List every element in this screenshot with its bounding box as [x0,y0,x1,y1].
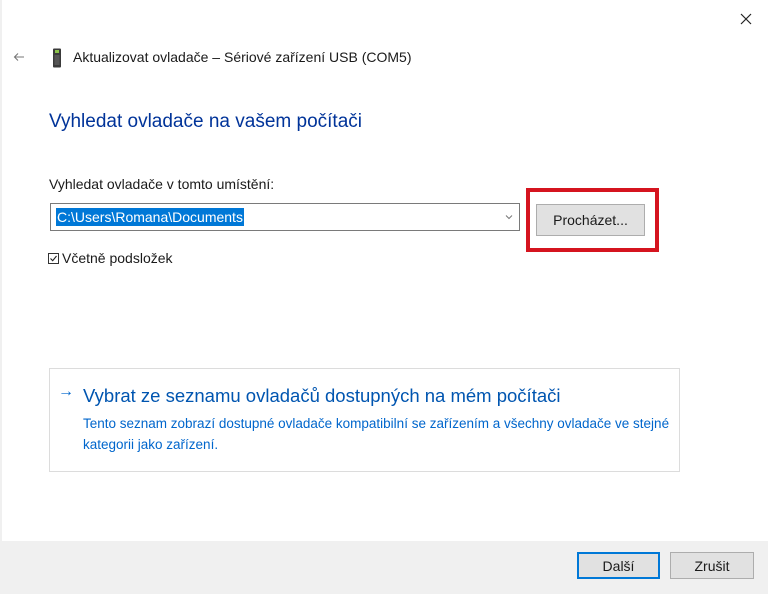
path-combobox[interactable]: C:\Users\Romana\Documents [50,203,520,231]
cancel-button[interactable]: Zrušit [670,552,754,579]
checkmark-icon [50,255,57,262]
window-title: Aktualizovat ovladače – Sériové zařízení… [73,49,412,65]
back-button[interactable] [8,46,30,68]
page-heading: Vyhledat ovladače na vašem počítači [49,111,362,132]
chevron-down-icon[interactable] [503,211,515,223]
path-input-value[interactable]: C:\Users\Romana\Documents [56,208,244,226]
back-arrow-icon [13,53,24,61]
browse-button[interactable]: Procházet... [536,204,645,236]
include-subfolders-label: Včetně podsložek [62,250,173,266]
usb-device-icon [53,48,61,68]
next-button[interactable]: Další [577,552,660,579]
pick-from-list-title[interactable]: Vybrat ze seznamu ovladačů dostupných na… [83,385,561,407]
location-label: Vyhledat ovladače v tomto umístění: [49,176,275,192]
include-subfolders-checkbox[interactable]: Včetně podsložek [48,250,173,266]
pick-from-list-description: Tento seznam zobrazí dostupné ovladače k… [83,416,670,452]
arrow-right-icon: → [58,383,74,400]
checkbox-box[interactable] [48,252,59,264]
pick-from-list-option[interactable]: → Vybrat ze seznamu ovladačů dostupných … [49,368,680,472]
window-left-edge [0,0,2,594]
close-button[interactable] [728,4,764,34]
close-icon [740,13,752,25]
